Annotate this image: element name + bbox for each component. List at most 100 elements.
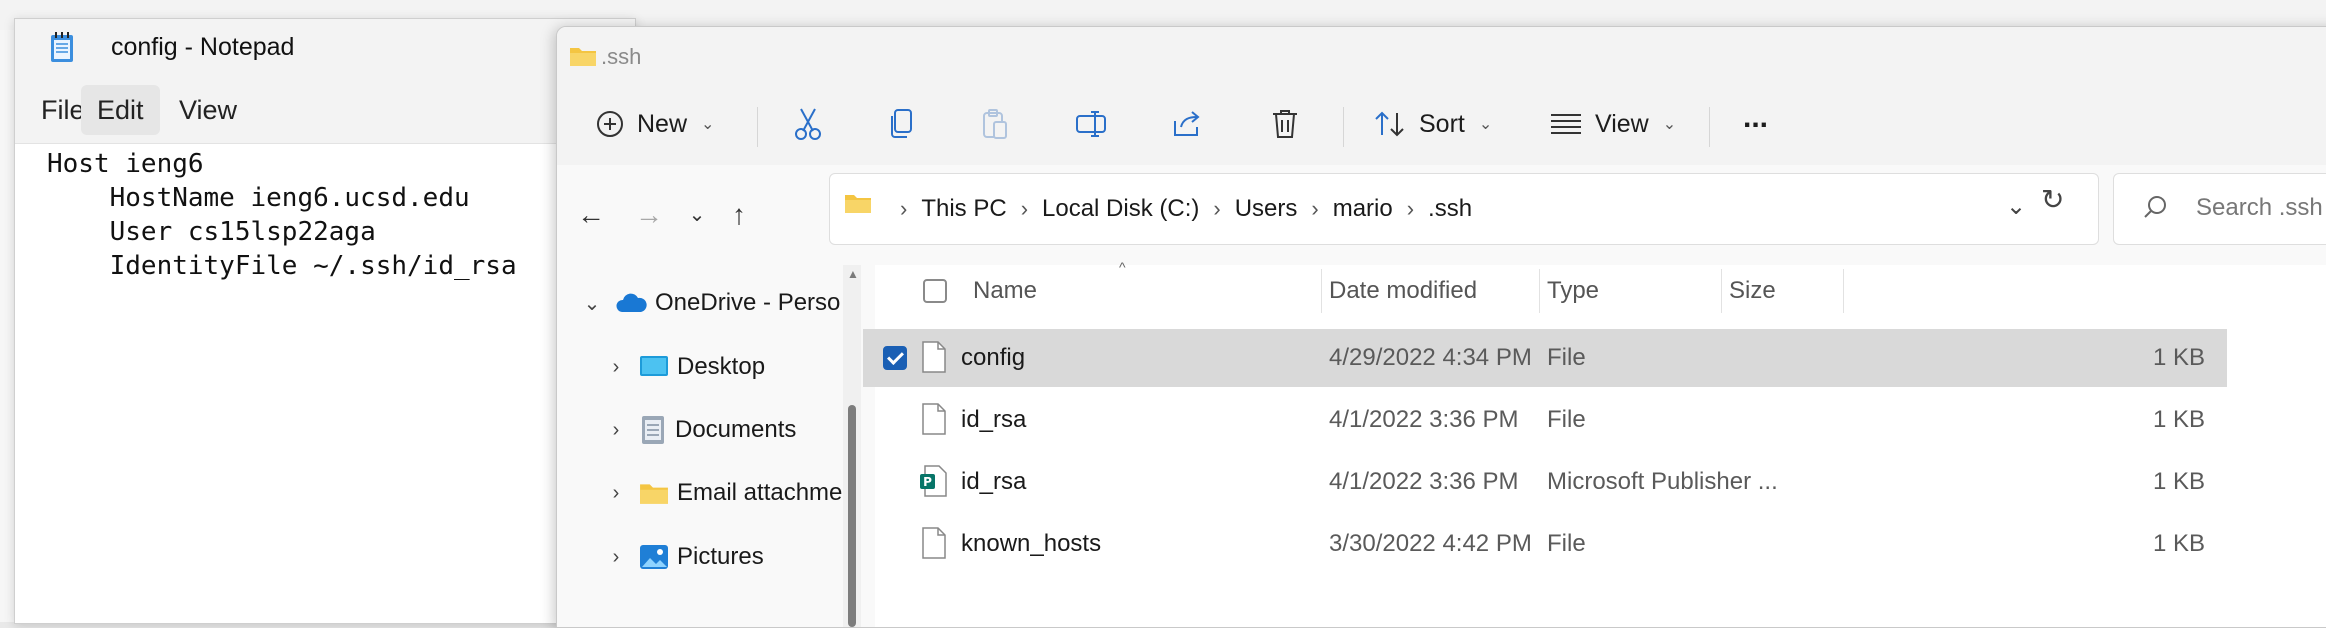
file-date-modified: 4/1/2022 3:36 PM <box>1329 468 1519 495</box>
search-box[interactable]: Search .ssh <box>2113 173 2326 245</box>
clipboard-icon <box>983 109 1007 139</box>
up-arrow-icon[interactable]: ↑ <box>719 193 759 237</box>
file-type: File <box>1547 406 1586 433</box>
navigation-scrollbar[interactable]: ▲ <box>843 265 861 627</box>
chevron-right-icon: › <box>1020 196 1029 221</box>
sort-button[interactable]: Sort ⌄ <box>1373 99 1492 149</box>
file-name: known_hosts <box>961 530 1102 557</box>
back-arrow-icon[interactable]: ← <box>571 193 611 237</box>
paste-button[interactable] <box>981 99 1009 149</box>
chevron-down-icon: ⌄ <box>1662 116 1677 133</box>
background-window-edge <box>0 30 15 622</box>
breadcrumb-local-disk[interactable]: Local Disk (C:) <box>1042 195 1199 223</box>
chevron-down-icon: ⌄ <box>1478 116 1493 133</box>
sort-ascending-caret-icon: ^ <box>1119 259 1126 275</box>
new-button[interactable]: New ⌄ <box>595 99 714 149</box>
menu-edit[interactable]: Edit <box>81 85 160 135</box>
tree-item-pictures[interactable]: › Pictures <box>601 535 764 579</box>
cut-button[interactable] <box>793 99 823 149</box>
tree-item-email-attachments[interactable]: › Email attachme <box>601 471 843 515</box>
scroll-up-arrow-icon[interactable]: ▲ <box>847 267 859 281</box>
file-size: 1 KB <box>2152 530 2205 557</box>
chevron-right-icon: › <box>1213 196 1221 221</box>
column-divider[interactable] <box>1843 269 1844 313</box>
forward-arrow-icon[interactable]: → <box>629 193 669 237</box>
column-header-type[interactable]: Type <box>1547 265 1599 317</box>
chevron-down-icon: ⌄ <box>701 116 715 133</box>
tree-item-label: Desktop <box>677 353 766 380</box>
tree-item-desktop[interactable]: › Desktop <box>601 345 765 389</box>
view-button-label: View <box>1595 109 1649 138</box>
file-list: ^ Name Date modified Type Size config 4/… <box>863 259 2326 627</box>
file-size: 1 KB <box>2152 344 2205 371</box>
column-divider[interactable] <box>1721 269 1722 313</box>
file-date-modified: 3/30/2022 4:42 PM <box>1329 530 1532 557</box>
navigation-pane: ⌄ OneDrive - Perso › Desktop › Documents <box>557 265 861 627</box>
breadcrumb-mario[interactable]: mario <box>1333 195 1393 223</box>
explorer-title: .ssh <box>601 44 642 69</box>
address-bar[interactable]: › This PC › Local Disk (C:) › Users › ma… <box>829 173 2099 245</box>
select-all-checkbox[interactable] <box>923 279 947 303</box>
column-divider[interactable] <box>1321 269 1322 313</box>
chevron-right-icon[interactable]: › <box>601 546 631 569</box>
new-button-label: New <box>637 109 688 138</box>
share-button[interactable] <box>1171 99 1203 149</box>
menu-view[interactable]: View <box>163 85 253 135</box>
scissors-icon <box>795 108 821 140</box>
chevron-right-icon[interactable]: › <box>601 482 631 505</box>
more-options-icon: ... <box>1743 101 1769 134</box>
sort-icon <box>1375 111 1404 137</box>
scrollbar-thumb[interactable] <box>848 405 856 627</box>
table-row[interactable]: id_rsa 4/1/2022 3:36 PM File 1 KB <box>871 391 2326 449</box>
file-name: id_rsa <box>961 406 1027 433</box>
tree-item-label: Pictures <box>677 543 764 570</box>
copy-button[interactable] <box>887 99 915 149</box>
file-date-modified: 4/1/2022 3:36 PM <box>1329 406 1519 433</box>
breadcrumb-this-pc[interactable]: This PC <box>921 195 1006 223</box>
chevron-right-icon[interactable]: › <box>601 356 631 379</box>
rename-button[interactable] <box>1075 99 1109 149</box>
notepad-window: config - Notepad File Edit View Host ien… <box>14 18 636 624</box>
column-header-size[interactable]: Size <box>1729 265 1776 317</box>
chevron-right-icon: › <box>1406 196 1415 221</box>
file-name: id_rsa <box>961 468 1027 495</box>
row-checkbox[interactable] <box>883 346 907 370</box>
tree-item-documents[interactable]: › Documents <box>601 408 796 452</box>
tree-item-onedrive[interactable]: ⌄ OneDrive - Perso <box>577 281 841 325</box>
chevron-right-icon: › <box>1311 196 1319 221</box>
notepad-title: config - Notepad <box>111 33 295 61</box>
column-header-date-modified[interactable]: Date modified <box>1329 265 1477 317</box>
folder-icon <box>570 48 596 66</box>
table-row[interactable]: known_hosts 3/30/2022 4:42 PM File 1 KB <box>871 515 2326 573</box>
file-type: File <box>1547 344 1586 371</box>
explorer-toolbar: New ⌄ Sort ⌄ View ⌄ ... <box>557 85 2326 166</box>
chevron-right-icon[interactable]: › <box>601 419 631 442</box>
table-row[interactable]: P id_rsa 4/1/2022 3:36 PM Microsoft Publ… <box>871 453 2326 511</box>
file-type: File <box>1547 530 1586 557</box>
tree-item-label: Documents <box>675 416 797 443</box>
notepad-app-icon <box>51 32 73 62</box>
explorer-titlebar: .ssh <box>557 27 2326 85</box>
file-explorer-window: .ssh New ⌄ Sort ⌄ View ⌄ ... ← → ⌄ ↑ › T… <box>556 26 2326 628</box>
view-button[interactable]: View ⌄ <box>1549 99 1676 149</box>
notepad-text-area[interactable]: Host ieng6 HostName ieng6.ucsd.edu User … <box>47 147 517 283</box>
breadcrumb-ssh[interactable]: .ssh <box>1428 195 1472 223</box>
chevron-down-icon[interactable]: ⌄ <box>577 291 607 316</box>
navigation-bar: ← → ⌄ ↑ › This PC › Local Disk (C:) › Us… <box>557 165 2326 265</box>
recent-locations-chevron-icon[interactable]: ⌄ <box>677 193 717 237</box>
address-history-chevron-icon[interactable]: ⌄ <box>2006 192 2026 221</box>
delete-button[interactable] <box>1271 99 1299 149</box>
file-name: config <box>961 344 1026 371</box>
breadcrumb-users[interactable]: Users <box>1235 195 1298 223</box>
table-row[interactable]: config 4/29/2022 4:34 PM File 1 KB <box>863 329 2227 387</box>
more-options-button[interactable]: ... <box>1743 93 1768 143</box>
refresh-icon[interactable]: ↻ <box>2041 183 2064 216</box>
onedrive-cloud-icon <box>616 293 647 312</box>
tree-item-label: Email attachme <box>677 479 843 506</box>
column-divider[interactable] <box>1539 269 1540 313</box>
rename-icon <box>1076 111 1106 137</box>
toolbar-divider <box>757 107 758 147</box>
tree-item-label: OneDrive - Perso <box>655 289 841 316</box>
column-header-name[interactable]: Name <box>973 265 1037 317</box>
sort-button-label: Sort <box>1419 109 1465 138</box>
